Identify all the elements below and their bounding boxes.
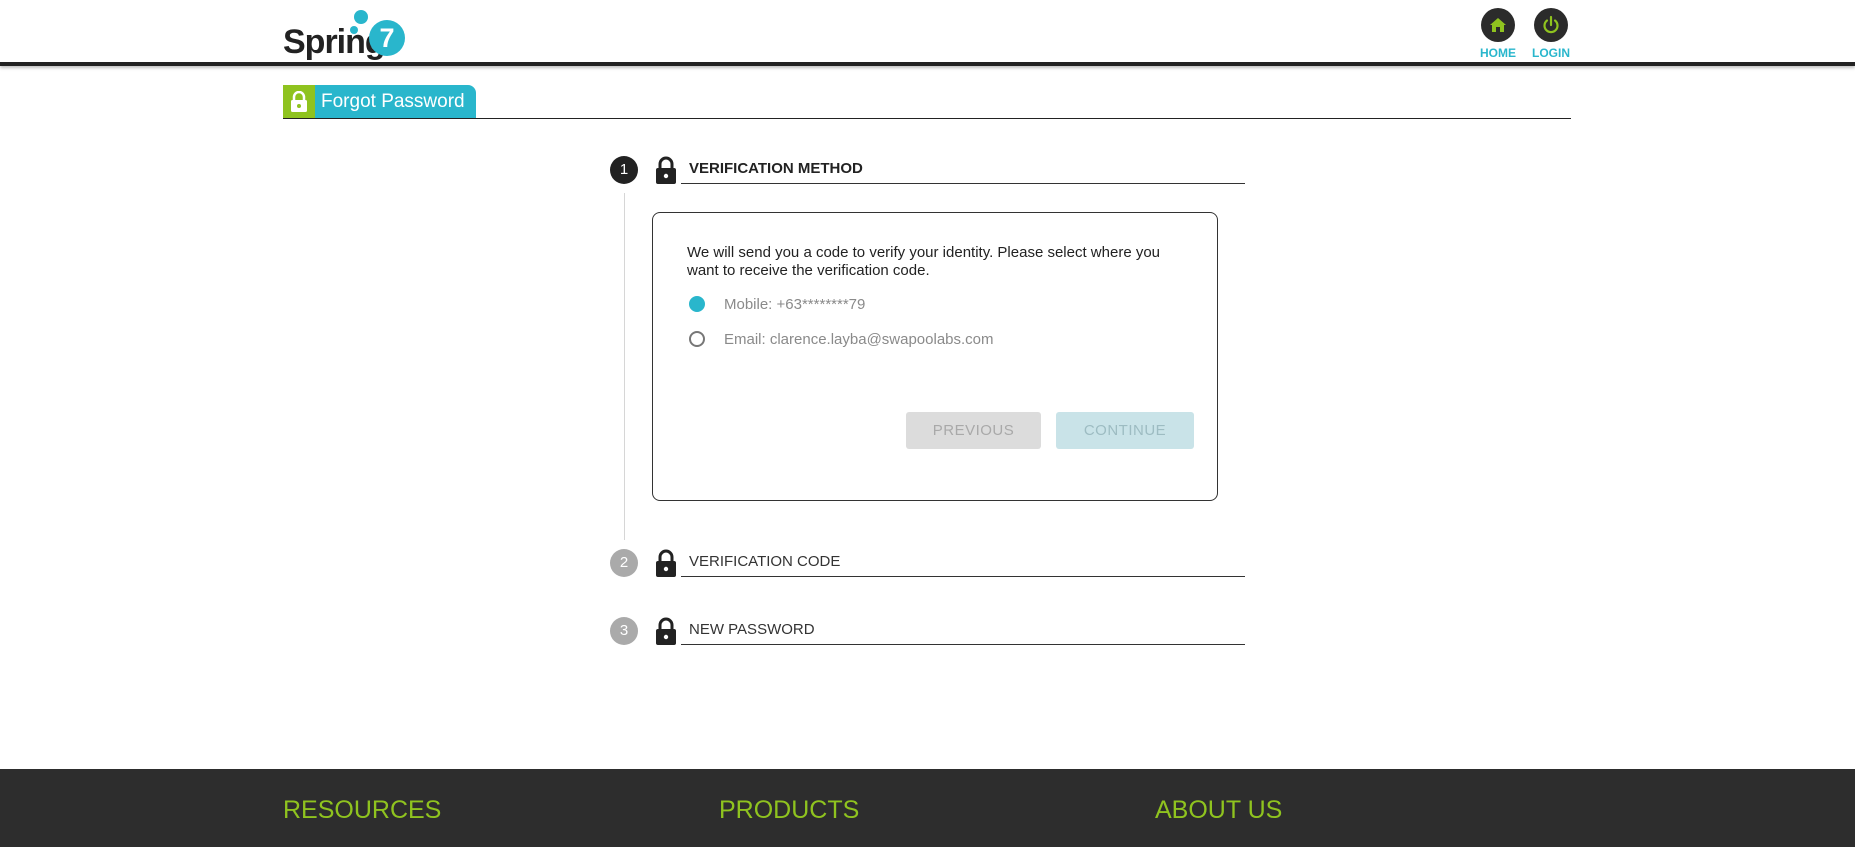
verification-method-card: We will send you a code to verify your i… (652, 212, 1218, 501)
lock-icon (653, 615, 679, 647)
footer-products-heading[interactable]: PRODUCTS (719, 796, 859, 825)
step-new-password[interactable]: 3 NEW PASSWORD (610, 615, 1245, 647)
site-header: Spring 7 HOME LOGIN (0, 0, 1855, 66)
nav-login-label: LOGIN (1532, 46, 1570, 60)
page-title: Forgot Password (321, 91, 465, 112)
option-email[interactable]: Email: clarence.layba@swapoolabs.com (689, 328, 994, 350)
step-number: 1 (610, 156, 638, 184)
footer-resources-heading[interactable]: RESOURCES (283, 796, 441, 825)
option-mobile-label: Mobile: +63********79 (724, 295, 866, 313)
footer-about-heading[interactable]: ABOUT US (1155, 796, 1282, 825)
forgot-password-tab: Forgot Password (283, 85, 476, 119)
step-number: 3 (610, 617, 638, 645)
previous-button[interactable]: PREVIOUS (906, 412, 1041, 449)
nav-login-button[interactable]: LOGIN (1525, 8, 1577, 60)
lock-icon (653, 154, 679, 186)
stepper-connector (624, 193, 625, 540)
logo-dot (354, 10, 368, 24)
step-title: VERIFICATION METHOD (681, 154, 1245, 184)
step-title: NEW PASSWORD (681, 615, 1245, 645)
spring7-logo[interactable]: Spring 7 (283, 6, 408, 61)
power-icon (1534, 8, 1568, 42)
nav-home-label: HOME (1480, 46, 1516, 60)
radio-email[interactable] (689, 331, 705, 347)
home-icon (1481, 8, 1515, 42)
option-mobile[interactable]: Mobile: +63********79 (689, 293, 865, 315)
nav-home-button[interactable]: HOME (1472, 8, 1524, 60)
continue-button[interactable]: CONTINUE (1056, 412, 1194, 449)
step-verification-method[interactable]: 1 VERIFICATION METHOD (610, 154, 1245, 186)
step-number: 2 (610, 549, 638, 577)
site-footer: RESOURCES PRODUCTS ABOUT US (0, 769, 1855, 847)
lock-icon (653, 547, 679, 579)
logo-number: 7 (369, 20, 405, 56)
option-email-label: Email: clarence.layba@swapoolabs.com (724, 330, 994, 348)
page-tab-divider (283, 118, 1571, 119)
step-title: VERIFICATION CODE (681, 547, 1245, 577)
radio-mobile[interactable] (689, 296, 705, 312)
lock-icon (283, 85, 315, 119)
step-verification-code[interactable]: 2 VERIFICATION CODE (610, 547, 1245, 579)
verification-description: We will send you a code to verify your i… (687, 244, 1161, 279)
